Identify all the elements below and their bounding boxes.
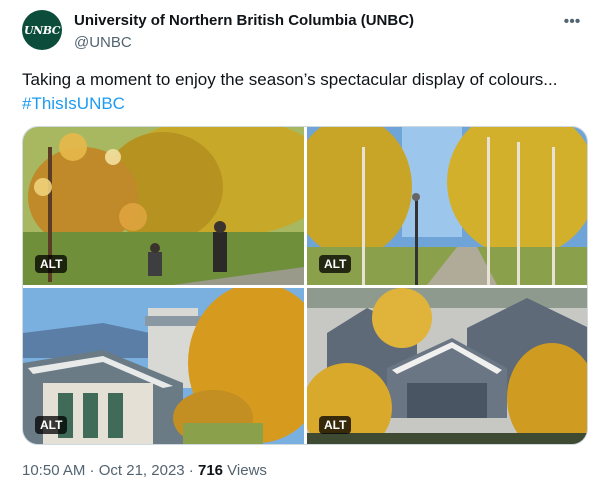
- avatar-logo-text: UNBC: [24, 23, 60, 37]
- alt-badge[interactable]: ALT: [35, 255, 68, 273]
- more-horizontal-icon: •••: [563, 13, 581, 30]
- tweet-body: Taking a moment to enjoy the season’s sp…: [22, 70, 558, 89]
- photo-birch-path[interactable]: ALT: [307, 127, 587, 285]
- avatar[interactable]: UNBC: [22, 10, 62, 50]
- media-grid: ALT ALT ALT ALT: [22, 126, 588, 445]
- hashtag-link[interactable]: #ThisIsUNBC: [22, 92, 582, 116]
- author-handle[interactable]: @UNBC: [74, 34, 132, 51]
- photo-campus-tower[interactable]: ALT: [23, 288, 304, 444]
- alt-badge[interactable]: ALT: [35, 416, 68, 434]
- tweet-meta: 10:50 AM · Oct 21, 2023 · 716 Views: [22, 462, 267, 479]
- author-display-name[interactable]: University of Northern British Columbia …: [74, 12, 414, 29]
- views-count[interactable]: 716: [198, 462, 223, 479]
- views-label: Views: [223, 462, 267, 479]
- tweet-time[interactable]: 10:50 AM: [22, 462, 85, 479]
- tweet-date[interactable]: Oct 21, 2023: [99, 462, 185, 479]
- meta-separator-2: ·: [184, 462, 198, 479]
- tweet-text: Taking a moment to enjoy the season’s sp…: [22, 68, 582, 116]
- photo-park-walkers[interactable]: ALT: [23, 127, 304, 285]
- photo-residence[interactable]: ALT: [307, 288, 587, 444]
- meta-separator: ·: [85, 462, 99, 479]
- alt-badge[interactable]: ALT: [319, 255, 352, 273]
- more-options-button[interactable]: •••: [560, 10, 584, 34]
- alt-badge[interactable]: ALT: [319, 416, 352, 434]
